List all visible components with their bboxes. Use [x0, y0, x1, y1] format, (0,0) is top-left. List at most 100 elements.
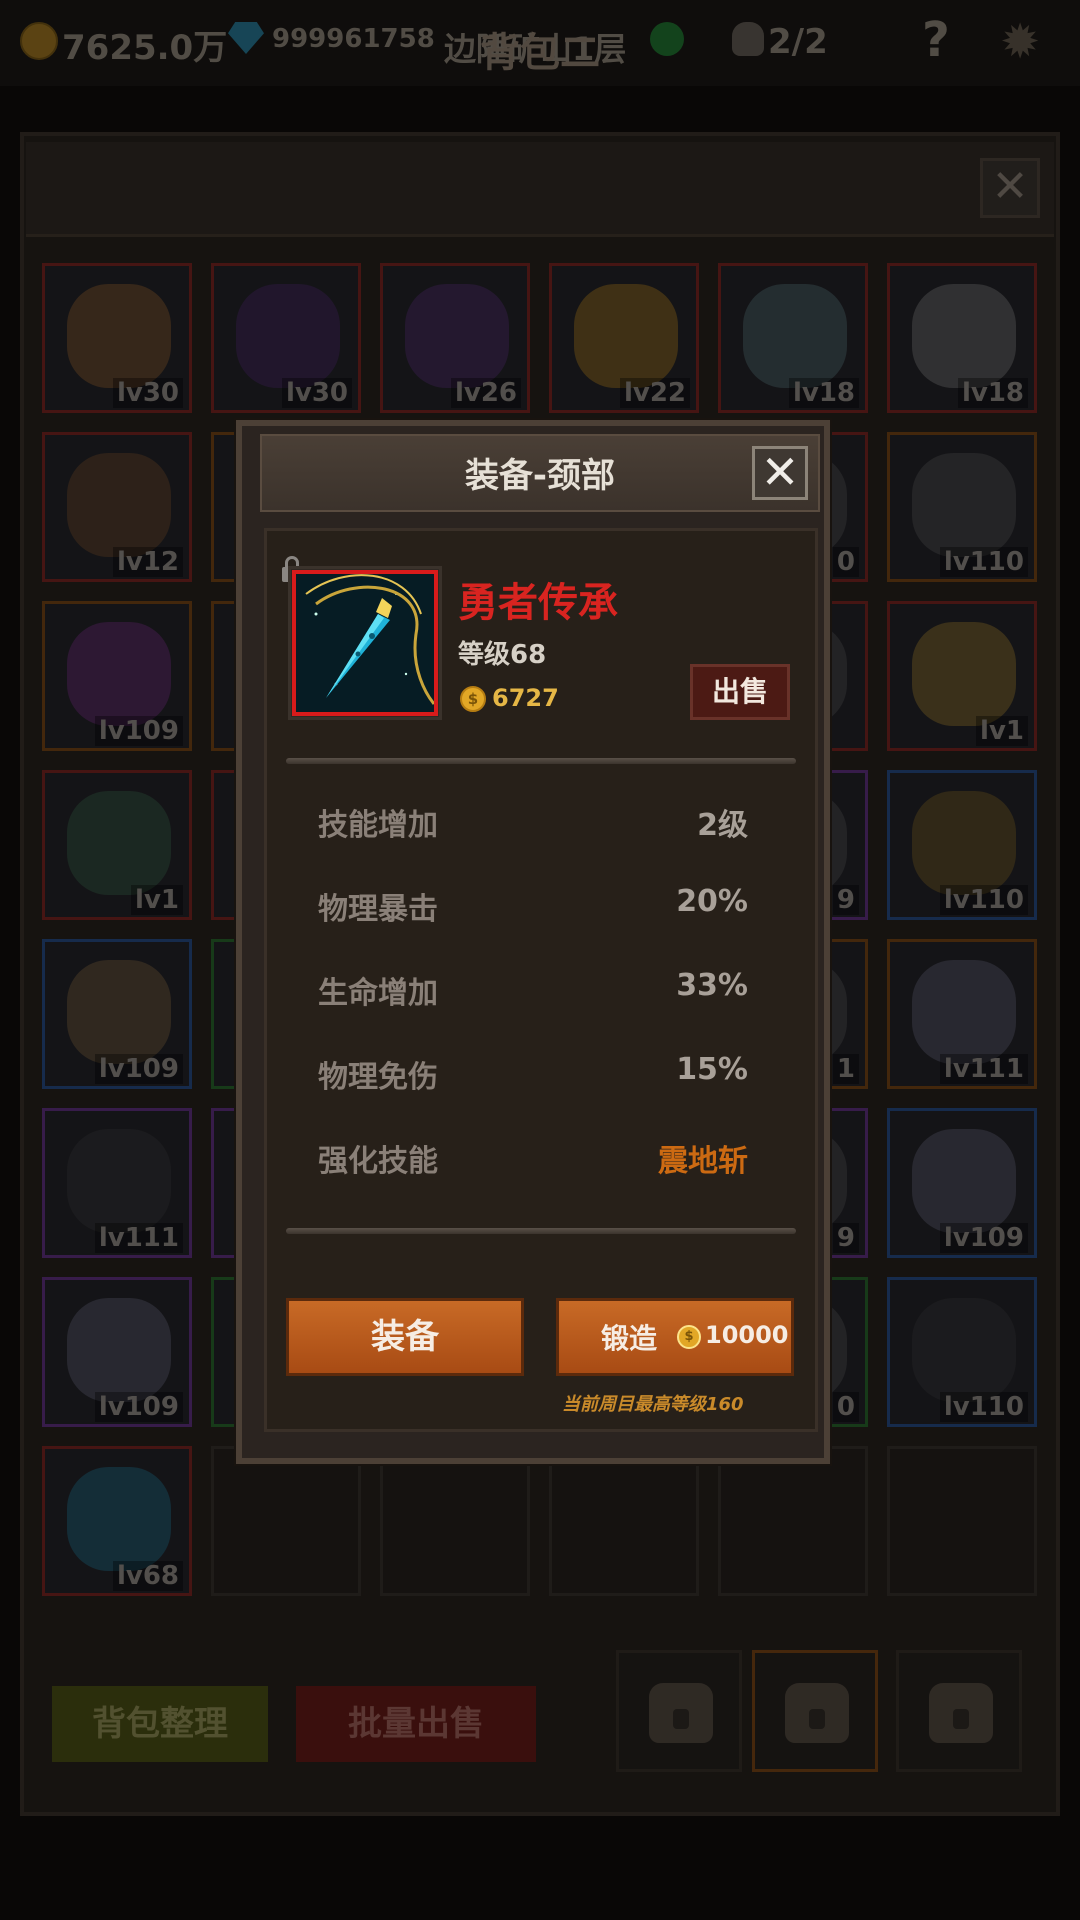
slot-level: 9 [832, 1223, 859, 1253]
forge-button[interactable]: 锻造 $ 10000 [556, 1298, 794, 1376]
forge-label: 锻造 [601, 1322, 658, 1355]
empty-slot[interactable] [718, 1446, 868, 1596]
item-name: 勇者传承 [458, 580, 618, 626]
slot-level: lv109 [939, 1223, 1028, 1253]
bag-tab-3[interactable] [896, 1650, 1022, 1772]
stat-label: 生命增加 [318, 976, 438, 1011]
equipment-icon [912, 453, 1016, 557]
inventory-slot[interactable]: lv111 [42, 1108, 192, 1258]
equipment-icon [743, 284, 847, 388]
inventory-slot[interactable]: lv109 [42, 601, 192, 751]
inventory-slot[interactable]: lv22 [549, 263, 699, 413]
inventory-slot[interactable]: lv110 [887, 1277, 1037, 1427]
backpack-icon [929, 1683, 993, 1743]
equipment-icon [67, 284, 171, 388]
inventory-slot[interactable]: lv18 [887, 263, 1037, 413]
inventory-slot[interactable]: lv1 [42, 770, 192, 920]
slot-level: lv30 [112, 378, 183, 408]
slot-level: lv110 [939, 885, 1028, 915]
inventory-slot[interactable]: lv110 [887, 770, 1037, 920]
slot-level: 9 [832, 885, 859, 915]
divider [286, 758, 796, 764]
slot-level: lv18 [957, 378, 1028, 408]
equipment-icon [912, 622, 1016, 726]
slot-level: lv26 [450, 378, 521, 408]
inventory-slot[interactable]: lv68 [42, 1446, 192, 1596]
item-price: 6727 [492, 684, 559, 712]
slot-level: lv110 [939, 547, 1028, 577]
empty-slot[interactable] [549, 1446, 699, 1596]
equipment-icon [67, 1298, 171, 1402]
forge-cost: 10000 [705, 1321, 789, 1349]
slot-level: 0 [832, 547, 859, 577]
slot-level: lv109 [94, 1392, 183, 1422]
pendant-item-icon [292, 570, 438, 716]
equipment-icon [67, 791, 171, 895]
empty-slot[interactable] [887, 1446, 1037, 1596]
stat-value: 2级 [697, 808, 748, 843]
bag-tab-1[interactable] [616, 1650, 742, 1772]
equipment-icon [912, 960, 1016, 1064]
stat-label: 技能增加 [318, 808, 438, 843]
empty-slot[interactable] [380, 1446, 530, 1596]
inventory-slot[interactable]: lv1 [887, 601, 1037, 751]
inventory-slot[interactable]: lv111 [887, 939, 1037, 1089]
inventory-slot[interactable]: lv109 [42, 1277, 192, 1427]
max-level-note: 当前周目最高等级160 [562, 1394, 744, 1415]
sort-bag-button[interactable]: 背包整理 [52, 1686, 268, 1762]
inventory-slot[interactable]: lv110 [887, 432, 1037, 582]
slot-level: lv22 [619, 378, 690, 408]
slot-level: lv68 [112, 1561, 183, 1591]
equipment-icon [912, 284, 1016, 388]
slot-level: lv12 [112, 547, 183, 577]
stat-value: 15% [676, 1052, 748, 1087]
slot-level: lv110 [939, 1392, 1028, 1422]
empty-slot[interactable] [211, 1446, 361, 1596]
stat-label: 强化技能 [318, 1144, 438, 1179]
inventory-slot[interactable]: lv30 [211, 263, 361, 413]
inventory-slot[interactable]: lv26 [380, 263, 530, 413]
slot-level: lv109 [94, 1054, 183, 1084]
bag-close-button[interactable]: ✕ [980, 158, 1040, 218]
bulk-sell-button[interactable]: 批量出售 [296, 1686, 536, 1762]
slot-level: lv111 [939, 1054, 1028, 1084]
backpack-icon [785, 1683, 849, 1743]
close-button[interactable]: ✕ [752, 446, 808, 500]
slot-level: lv109 [94, 716, 183, 746]
inventory-slot[interactable]: lv12 [42, 432, 192, 582]
sell-button[interactable]: 出售 [690, 664, 790, 720]
stat-value: 33% [676, 968, 748, 1003]
equipment-icon [912, 1298, 1016, 1402]
inventory-slot[interactable]: lv30 [42, 263, 192, 413]
coin-icon: $ [677, 1325, 701, 1349]
coin-icon: $ [460, 686, 486, 712]
enhanced-skill-name: 震地斩 [658, 1144, 748, 1179]
slot-level: lv30 [281, 378, 352, 408]
equipment-icon [574, 284, 678, 388]
slot-level: lv18 [788, 378, 859, 408]
equipment-icon [67, 1467, 171, 1571]
equipment-icon [405, 284, 509, 388]
dialog-title: 装备-颈部 [464, 456, 616, 496]
equipment-icon [67, 453, 171, 557]
equipment-icon [236, 284, 340, 388]
equipment-icon [67, 960, 171, 1064]
stat-label: 物理免伤 [318, 1060, 438, 1095]
bag-header [26, 142, 1054, 237]
divider [286, 1228, 796, 1234]
inventory-slot[interactable]: lv109 [42, 939, 192, 1089]
bag-title: 背包二 [480, 30, 600, 76]
slot-level: 0 [832, 1392, 859, 1422]
equipment-icon [67, 622, 171, 726]
equip-button[interactable]: 装备 [286, 1298, 524, 1376]
backpack-icon [649, 1683, 713, 1743]
inventory-slot[interactable]: lv109 [887, 1108, 1037, 1258]
equipment-icon [912, 1129, 1016, 1233]
inventory-slot[interactable]: lv18 [718, 263, 868, 413]
slot-level: 1 [832, 1054, 859, 1084]
slot-level: lv1 [976, 716, 1028, 746]
stat-value: 20% [676, 884, 748, 919]
slot-level: lv111 [94, 1223, 183, 1253]
equipment-icon [67, 1129, 171, 1233]
bag-tab-2[interactable] [752, 1650, 878, 1772]
